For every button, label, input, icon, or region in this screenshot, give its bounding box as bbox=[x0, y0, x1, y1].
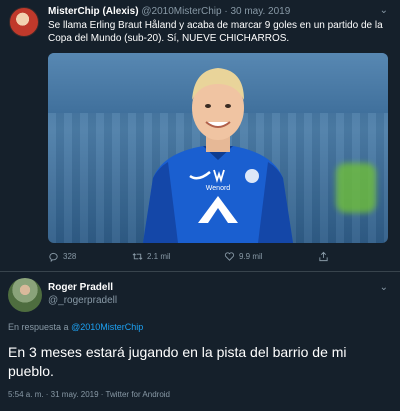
reply-action[interactable]: 328 bbox=[48, 251, 76, 262]
tweet-meta[interactable]: 5:54 a. m. · 31 may. 2019 · Twitter for … bbox=[8, 390, 170, 399]
retweet-count: 2.1 mil bbox=[147, 252, 171, 261]
share-action[interactable] bbox=[318, 251, 329, 262]
display-name[interactable]: MisterChip (Alexis) bbox=[48, 6, 139, 17]
tweet-original[interactable]: MisterChip (Alexis) @2010MisterChip · 30… bbox=[0, 0, 400, 271]
separator: · bbox=[224, 6, 228, 17]
reply-context: En respuesta a @2010MisterChip bbox=[8, 322, 143, 332]
handle[interactable]: @2010MisterChip bbox=[141, 6, 221, 17]
retweet-action[interactable]: 2.1 mil bbox=[132, 251, 171, 262]
tweet-reply: Roger Pradell @_rogerpradell ⌄ En respue… bbox=[0, 272, 400, 411]
tweet-actions: 328 2.1 mil 9.9 mil bbox=[48, 251, 388, 265]
handle[interactable]: @_rogerpradell bbox=[48, 295, 117, 306]
tweet-text: En 3 meses estará jugando en la pista de… bbox=[8, 344, 347, 379]
tweet-header: MisterChip (Alexis) @2010MisterChip · 30… bbox=[48, 6, 290, 17]
reply-prefix: En respuesta a bbox=[8, 322, 69, 332]
heart-icon bbox=[224, 252, 235, 261]
tweet-photo[interactable]: Wenord bbox=[48, 53, 388, 243]
retweet-icon bbox=[132, 253, 143, 260]
jersey-text: Wenord bbox=[206, 185, 230, 192]
avatar[interactable] bbox=[8, 278, 42, 312]
tweet-date[interactable]: 30 may. 2019 bbox=[230, 6, 290, 17]
chevron-down-icon[interactable]: ⌄ bbox=[380, 5, 388, 16]
reply-icon bbox=[49, 252, 58, 262]
like-action[interactable]: 9.9 mil bbox=[224, 251, 263, 262]
display-name[interactable]: Roger Pradell bbox=[48, 282, 113, 293]
photo-green-object bbox=[336, 163, 376, 213]
like-count: 9.9 mil bbox=[239, 252, 263, 261]
reply-count: 328 bbox=[63, 252, 77, 261]
player-figure: Wenord bbox=[143, 68, 293, 243]
avatar[interactable] bbox=[9, 7, 39, 37]
tweet-text: Se llama Erling Braut Håland y acaba de … bbox=[48, 20, 383, 44]
share-icon bbox=[319, 251, 328, 262]
chevron-down-icon[interactable]: ⌄ bbox=[380, 282, 388, 293]
reply-to-link[interactable]: @2010MisterChip bbox=[71, 322, 143, 332]
